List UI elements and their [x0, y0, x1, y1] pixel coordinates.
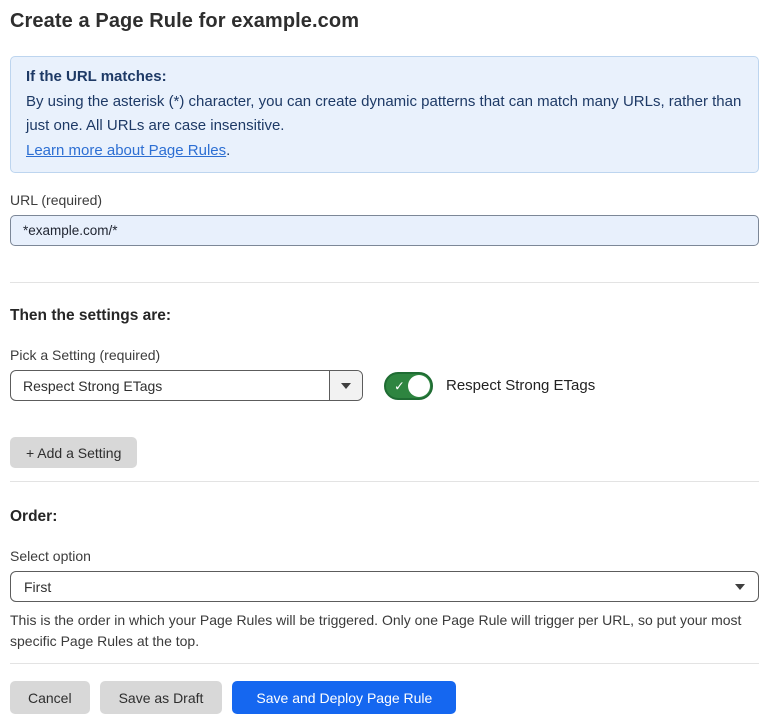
url-match-info-box: If the URL matches: By using the asteris… [10, 56, 759, 173]
caret-down-icon [735, 584, 745, 590]
info-box-heading: If the URL matches: [26, 65, 743, 90]
order-select-label: Select option [10, 548, 759, 565]
settings-section-heading: Then the settings are: [10, 307, 759, 325]
toggle-label: Respect Strong ETags [446, 377, 595, 394]
save-as-draft-button[interactable]: Save as Draft [100, 681, 223, 714]
page-title: Create a Page Rule for example.com [10, 10, 759, 33]
add-setting-button[interactable]: + Add a Setting [10, 437, 137, 468]
info-box-body: By using the asterisk (*) character, you… [26, 90, 743, 139]
divider [10, 663, 759, 664]
save-and-deploy-button[interactable]: Save and Deploy Page Rule [232, 681, 456, 714]
setting-row: Respect Strong ETags ✓ Respect Strong ET… [10, 370, 759, 401]
order-help-text: This is the order in which your Page Rul… [10, 610, 759, 652]
pick-setting-label: Pick a Setting (required) [10, 347, 759, 364]
caret-down-icon [341, 383, 351, 389]
info-box-body-text: By using the asterisk (*) character, you… [26, 93, 741, 135]
info-box-link-line: Learn more about Page Rules. [26, 139, 743, 164]
toggle-knob [408, 375, 430, 397]
divider [10, 481, 759, 482]
url-field-label: URL (required) [10, 192, 759, 209]
form-actions: Cancel Save as Draft Save and Deploy Pag… [10, 681, 759, 714]
order-select[interactable]: First [10, 571, 759, 602]
url-input[interactable] [10, 215, 759, 246]
setting-select-value: Respect Strong ETags [11, 371, 329, 400]
order-section-heading: Order: [10, 508, 759, 526]
link-suffix-period: . [226, 142, 230, 159]
divider [10, 282, 759, 283]
setting-select-caret-button[interactable] [329, 371, 362, 400]
learn-more-link[interactable]: Learn more about Page Rules [26, 142, 226, 159]
check-icon: ✓ [394, 379, 405, 392]
order-select-value: First [24, 579, 51, 595]
cancel-button[interactable]: Cancel [10, 681, 90, 714]
setting-select[interactable]: Respect Strong ETags [10, 370, 363, 401]
setting-toggle[interactable]: ✓ [384, 372, 433, 400]
create-page-rule-form: Create a Page Rule for example.com If th… [0, 0, 769, 714]
